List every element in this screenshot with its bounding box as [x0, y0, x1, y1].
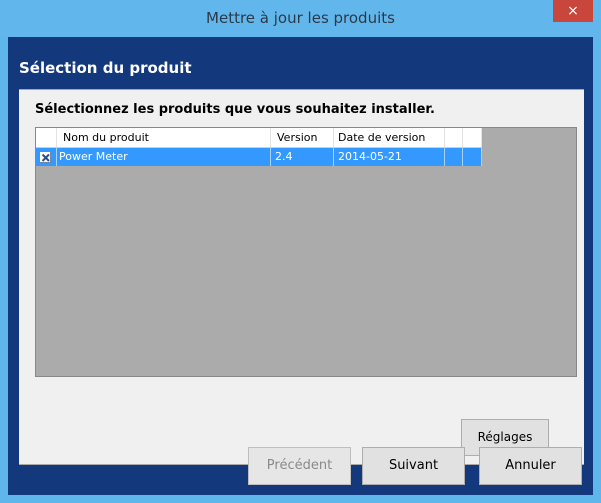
header-checkbox-column — [36, 128, 57, 147]
close-icon: × — [567, 3, 579, 19]
column-header-name[interactable]: Nom du produit — [57, 128, 271, 147]
wizard-body: Sélection du produit Sélectionnez les pr… — [8, 37, 593, 495]
close-button[interactable]: × — [553, 0, 593, 22]
product-grid[interactable]: Nom du produit Version Date de version P… — [35, 127, 577, 377]
column-header-extra-2 — [463, 128, 482, 147]
product-selection-panel: Sélectionnez les produits que vous souha… — [19, 89, 584, 465]
page-title: Sélection du produit — [19, 59, 192, 77]
column-header-version[interactable]: Version — [271, 128, 334, 147]
cell-date: 2014-05-21 — [334, 148, 445, 166]
grid-header: Nom du produit Version Date de version — [36, 128, 482, 148]
cell-product-name: Power Meter — [57, 148, 271, 166]
next-button[interactable]: Suivant — [362, 447, 465, 485]
column-header-date[interactable]: Date de version — [334, 128, 445, 147]
table-row[interactable]: Power Meter 2.4 2014-05-21 — [36, 148, 482, 166]
previous-button[interactable]: Précédent — [248, 447, 351, 485]
checkbox-x-icon — [41, 153, 50, 162]
cell-extra-2 — [463, 148, 482, 166]
product-checkbox[interactable] — [39, 151, 51, 163]
window-title: Mettre à jour les produits — [206, 9, 395, 27]
update-products-window: Mettre à jour les produits × Sélection d… — [0, 0, 601, 503]
cell-version: 2.4 — [271, 148, 334, 166]
instruction-text: Sélectionnez les produits que vous souha… — [35, 102, 435, 117]
cancel-button[interactable]: Annuler — [479, 447, 582, 485]
cell-extra-1 — [445, 148, 463, 166]
column-header-extra-1 — [445, 128, 463, 147]
title-bar[interactable]: Mettre à jour les produits × — [0, 0, 601, 37]
row-checkbox-cell[interactable] — [36, 148, 57, 166]
